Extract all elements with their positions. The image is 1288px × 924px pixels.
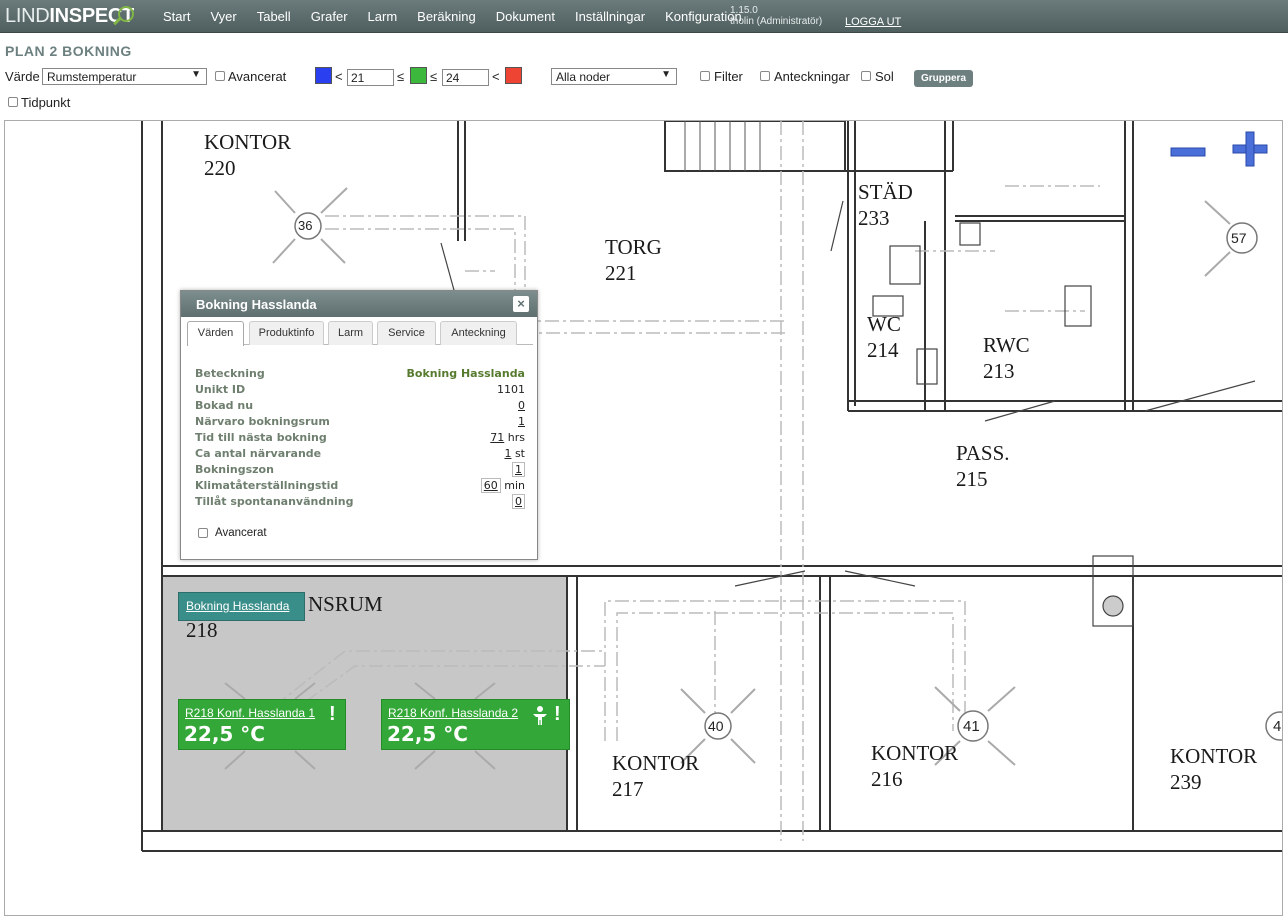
version-number: 1.15.0	[730, 5, 758, 16]
value-select-text: Rumstemperatur	[47, 70, 137, 84]
group-button[interactable]: Gruppera	[914, 70, 974, 87]
le-sign-2: ≤	[430, 69, 438, 84]
bokningszon-value[interactable]: 1	[512, 462, 525, 477]
room-label-213: RWC 213	[983, 333, 1030, 383]
diffuser-40-label: 40	[708, 718, 724, 734]
filter-label: Filter	[714, 69, 743, 84]
tab-anteckning[interactable]: Anteckning	[440, 321, 517, 345]
alert-icon: !	[329, 703, 336, 725]
nav-tabell[interactable]: Tabell	[257, 9, 291, 24]
spontan-value[interactable]: 0	[512, 494, 525, 509]
nav-installningar[interactable]: Inställningar	[575, 9, 645, 24]
nav-vyer[interactable]: Vyer	[210, 9, 236, 24]
field-beteckning: Beteckning Bokning Hasslanda	[195, 367, 525, 380]
popup-advanced-label: Avancerat	[215, 527, 267, 539]
booking-tag-link[interactable]: Bokning Hasslanda	[186, 599, 289, 613]
chevron-down-icon: ▼	[661, 69, 671, 80]
antal-value[interactable]: 1	[504, 447, 511, 460]
diffuser-41-label: 41	[963, 718, 980, 735]
sun-checkbox[interactable]	[861, 71, 871, 81]
high-color-swatch[interactable]	[505, 67, 522, 84]
nodes-select[interactable]: Alla noder ▼	[551, 68, 677, 85]
nav-berakning[interactable]: Beräkning	[417, 9, 476, 24]
page-title: PLAN 2 BOKNING	[5, 43, 132, 59]
value-select[interactable]: Rumstemperatur ▼	[42, 68, 207, 85]
room-label-221: TORG 221	[605, 235, 662, 285]
alert-icon: !	[554, 703, 561, 725]
timepoint-label: Tidpunkt	[21, 95, 71, 110]
advanced-label: Avancerat	[228, 69, 287, 84]
room-label-220: KONTOR 220	[204, 130, 292, 180]
room-label-217: KONTOR 217	[612, 751, 700, 801]
mid-color-swatch[interactable]	[410, 67, 427, 84]
diffuser-57-label: 57	[1231, 230, 1247, 246]
sensor-2-name[interactable]: R218 Konf. Hasslanda 2	[388, 706, 518, 720]
room-label-239: KONTOR 239	[1170, 744, 1258, 794]
field-bokningszon: Bokningszon 1	[195, 462, 525, 479]
field-antal-narvarande: Ca antal närvarande 1 st	[195, 447, 525, 460]
booking-tag[interactable]: Bokning Hasslanda	[178, 592, 305, 621]
tab-service[interactable]: Service	[377, 321, 436, 345]
sensor-1-name[interactable]: R218 Konf. Hasslanda 1	[185, 706, 315, 720]
bokad-nu-value[interactable]: 0	[518, 399, 525, 412]
sensor-1-value: 22,5 °C	[184, 722, 265, 746]
value-label: Värde	[5, 69, 40, 84]
chevron-down-icon: ▼	[191, 69, 201, 80]
nav-dokument[interactable]: Dokument	[496, 9, 555, 24]
person-present-icon	[533, 706, 547, 725]
field-unikt-id: Unikt ID 1101	[195, 383, 525, 396]
narvaro-value[interactable]: 1	[518, 415, 525, 428]
room-label-233: STÄD 233	[858, 180, 913, 230]
top-navbar: LINDINSPECT Start Vyer Tabell Grafer Lar…	[0, 0, 1288, 33]
sensor-card-2[interactable]: R218 Konf. Hasslanda 2 22,5 °C !	[381, 699, 570, 750]
tab-varden[interactable]: Värden	[187, 321, 244, 346]
main-nav: Start Vyer Tabell Grafer Larm Beräkning …	[163, 9, 762, 24]
tab-larm[interactable]: Larm	[328, 321, 373, 345]
klimat-value[interactable]: 60	[480, 478, 501, 493]
field-bokad-nu: Bokad nu 0	[195, 399, 525, 412]
low-threshold-input[interactable]: 21	[347, 69, 394, 86]
tab-produktinfo[interactable]: Produktinfo	[249, 321, 324, 345]
object-popup: Bokning Hasslanda × Värden Produktinfo L…	[180, 290, 538, 560]
tid-value[interactable]: 71	[490, 431, 504, 444]
room-label-214: WC 214	[867, 312, 901, 362]
notes-label: Anteckningar	[774, 69, 850, 84]
le-sign: ≤	[397, 69, 405, 84]
logout-link[interactable]: LOGGA UT	[845, 16, 901, 28]
sun-label: Sol	[875, 69, 894, 84]
room-label-215: PASS. 215	[956, 441, 1010, 491]
lt-sign-2: <	[492, 69, 500, 84]
diffuser-36-label: 36	[298, 218, 313, 233]
lt-sign: <	[335, 69, 343, 84]
version-info: 1.15.0 tholin (Administratör)	[730, 5, 822, 27]
field-narvaro: Närvaro bokningsrum 1	[195, 415, 525, 428]
nav-grafer[interactable]: Grafer	[311, 9, 348, 24]
advanced-checkbox[interactable]	[215, 71, 225, 81]
field-spontan: Tillåt spontananvändning 0	[195, 494, 525, 511]
low-color-swatch[interactable]	[315, 67, 332, 84]
nodes-select-text: Alla noder	[556, 70, 611, 84]
zoom-out-icon[interactable]	[1169, 145, 1209, 161]
timepoint-checkbox[interactable]	[8, 97, 18, 107]
close-icon[interactable]: ×	[513, 296, 529, 312]
field-tid-till-nasta: Tid till nästa bokning 71 hrs	[195, 431, 525, 444]
popup-title: Bokning Hasslanda	[181, 291, 537, 317]
nav-start[interactable]: Start	[163, 9, 190, 24]
notes-checkbox[interactable]	[760, 71, 770, 81]
diffuser-4-label: 4	[1273, 718, 1282, 735]
popup-tabs: Värden Produktinfo Larm Service Anteckni…	[187, 321, 533, 346]
zoom-in-icon[interactable]	[1231, 131, 1271, 171]
high-threshold-input[interactable]: 24	[442, 69, 489, 86]
room-label-216: KONTOR 216	[871, 741, 959, 791]
current-user: tholin (Administratör)	[730, 16, 823, 27]
filter-checkbox[interactable]	[700, 71, 710, 81]
field-klimatatersta: Klimatåterställningstid 60 min	[195, 478, 525, 493]
sensor-card-1[interactable]: R218 Konf. Hasslanda 1 22,5 °C !	[178, 699, 346, 750]
popup-advanced-checkbox[interactable]	[198, 528, 208, 538]
nav-larm[interactable]: Larm	[368, 9, 398, 24]
sensor-2-value: 22,5 °C	[387, 722, 468, 746]
